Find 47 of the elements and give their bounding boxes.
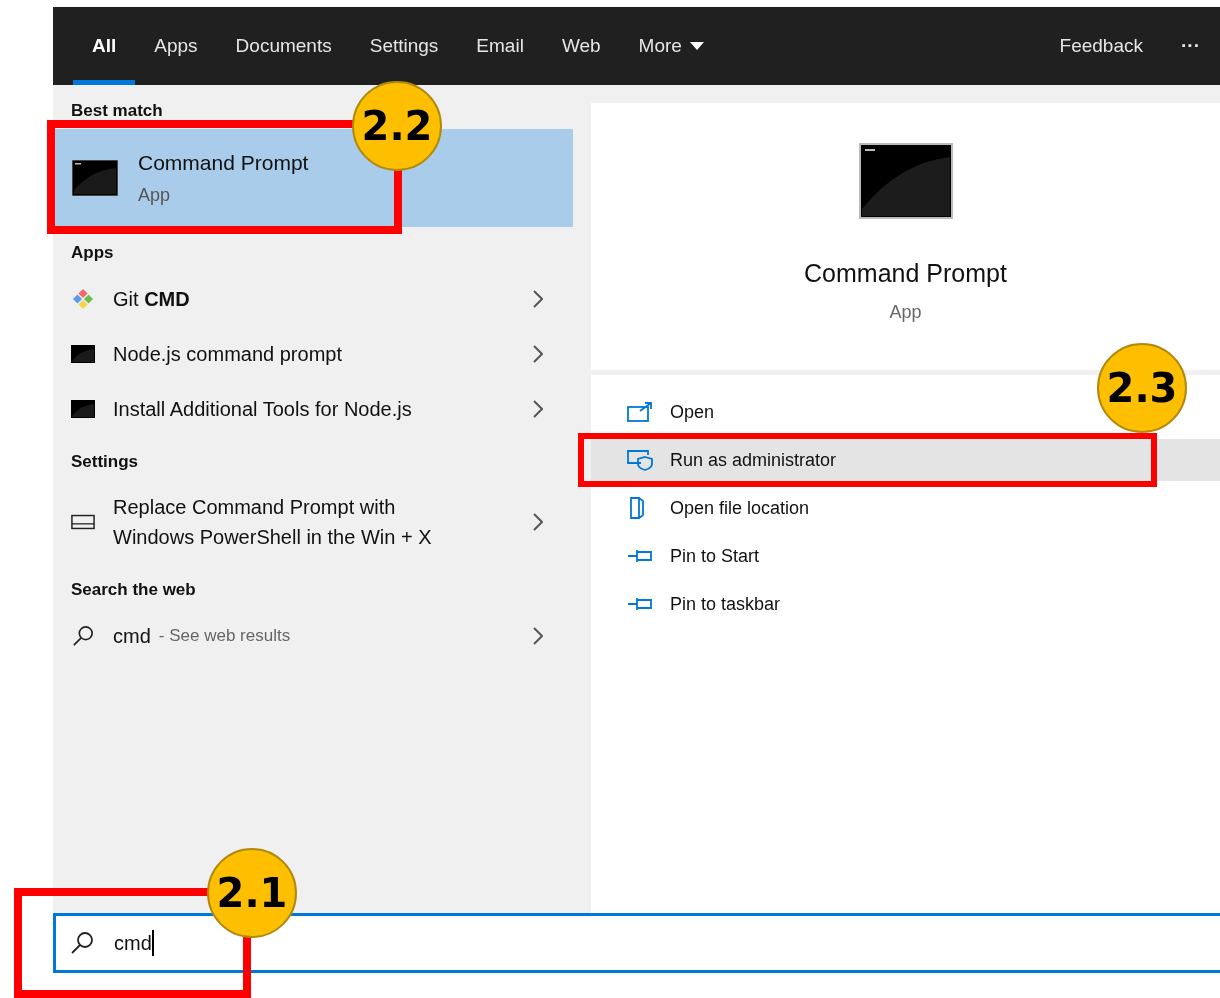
chevron-right-icon [533,344,543,363]
search-field[interactable]: cmd [53,913,1220,973]
filter-tab[interactable]: More [619,7,723,85]
filter-tab[interactable]: Email [457,7,543,85]
open-icon [627,401,653,423]
filter-tab[interactable]: Web [542,7,620,85]
result-title: Git CMD [113,286,190,312]
result-item[interactable]: Replace Command Prompt with Windows PowerShell in the Win + X [53,480,573,564]
action-item[interactable]: Open [591,391,727,433]
filter-tab[interactable]: All [73,7,136,85]
action-item[interactable]: Run as administrator [591,439,1220,481]
result-hint: - See web results [158,625,291,646]
result-item[interactable]: cmd - See web results [53,608,573,663]
result-item[interactable]: Install Additional Tools for Node.js [53,381,573,436]
filter-tab[interactable]: Apps [135,7,217,85]
filter-tab[interactable]: Documents [216,7,351,85]
result-type: App [138,184,172,206]
result-title: Node.js command prompt [113,341,342,367]
chevron-right-icon [533,399,543,418]
result-title: Install Additional Tools for Node.js [113,396,412,422]
console-icon [72,160,118,196]
feedback-link[interactable]: Feedback [1040,7,1162,85]
action-item[interactable]: Pin to Start [591,535,772,577]
app-type: App [889,302,922,323]
app-title: Command Prompt [804,259,1007,288]
shield-icon [627,449,653,471]
chevron-right-icon [533,289,543,308]
diamond-icon [71,287,95,310]
result-title: Replace Command Prompt with Windows PowerShell in the Win + X [113,495,433,550]
console-icon [71,342,95,365]
action-item[interactable]: Open file location [591,487,822,529]
section-heading: Search the web [70,579,197,601]
section-heading: Apps [70,242,115,264]
section-heading: Best match [70,100,164,122]
result-title: cmd [113,623,151,649]
result-title: Command Prompt [138,150,309,175]
result-item[interactable]: Node.js command prompt [53,326,573,381]
result-item[interactable]: Git CMD [53,271,573,326]
search-icon [70,931,94,955]
console-icon [858,143,953,219]
chevron-right-icon [533,626,543,645]
action-item[interactable]: Pin to taskbar [591,583,793,625]
chevron-right-icon [533,513,543,531]
console-icon [71,397,95,420]
more-options-button[interactable]: ··· [1162,7,1219,85]
search-icon [71,624,95,647]
section-heading: Settings [70,451,140,473]
